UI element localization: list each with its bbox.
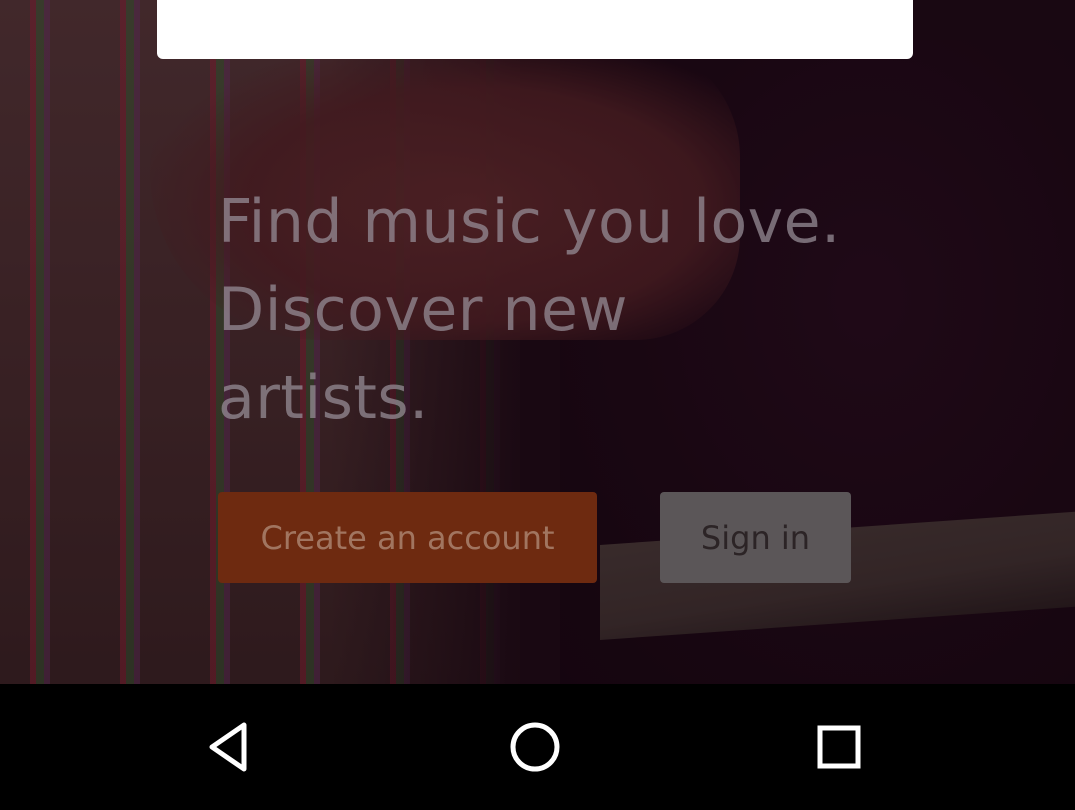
tagline-line-2: Discover new xyxy=(218,275,629,345)
onboarding-screen: Find music you love. Discover new artist… xyxy=(0,0,1075,810)
back-triangle-icon xyxy=(209,722,247,772)
create-account-button[interactable]: Create an account xyxy=(218,492,597,583)
tagline: Find music you love. Discover new artist… xyxy=(218,178,878,442)
system-navigation-bar xyxy=(0,684,1075,810)
home-circle-icon xyxy=(510,722,560,772)
recents-button[interactable] xyxy=(796,704,882,790)
recents-square-icon xyxy=(817,725,861,769)
sign-in-button[interactable]: Sign in xyxy=(660,492,851,583)
tagline-line-3: artists. xyxy=(218,363,429,433)
back-button[interactable] xyxy=(189,704,275,790)
tagline-line-1: Find music you love. xyxy=(218,187,841,257)
top-dialog-panel xyxy=(157,0,913,59)
home-button[interactable] xyxy=(492,704,578,790)
